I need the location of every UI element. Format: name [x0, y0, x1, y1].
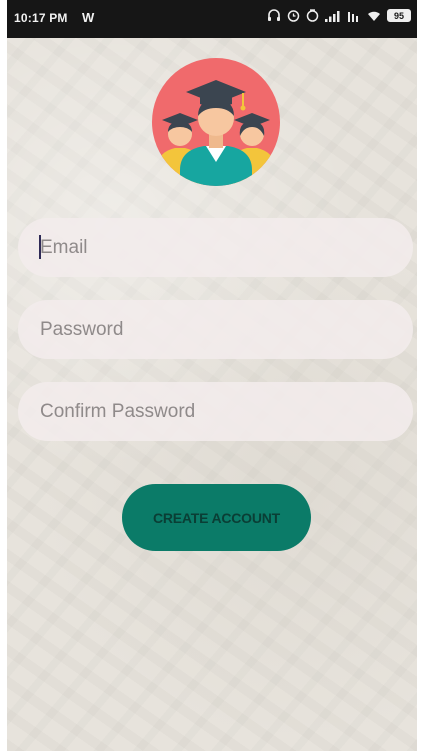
text-cursor — [39, 235, 41, 259]
status-bar: 10:17 PM W 95 — [7, 0, 417, 38]
timer-icon — [306, 9, 319, 22]
email-input[interactable] — [38, 235, 413, 260]
network-icon — [347, 10, 361, 22]
register-screen: 10:17 PM W 95 Email CREATE ACCOUNT — [7, 0, 417, 751]
status-time: 10:17 PM — [14, 11, 68, 25]
password-field[interactable] — [18, 300, 413, 359]
confirm-password-field[interactable] — [18, 382, 413, 441]
battery-icon: 95 — [387, 9, 411, 22]
signal-icon — [325, 10, 341, 22]
alarm-icon — [287, 9, 300, 22]
headphones-icon — [267, 9, 281, 22]
confirm-password-input[interactable] — [38, 399, 413, 424]
wifi-icon — [367, 10, 381, 22]
status-icons: 95 — [267, 9, 411, 22]
graduates-icon — [152, 58, 280, 186]
password-input[interactable] — [38, 317, 413, 342]
app-notification-icon: W — [82, 10, 95, 25]
create-account-button[interactable]: CREATE ACCOUNT — [122, 484, 311, 551]
email-field[interactable] — [18, 218, 413, 277]
